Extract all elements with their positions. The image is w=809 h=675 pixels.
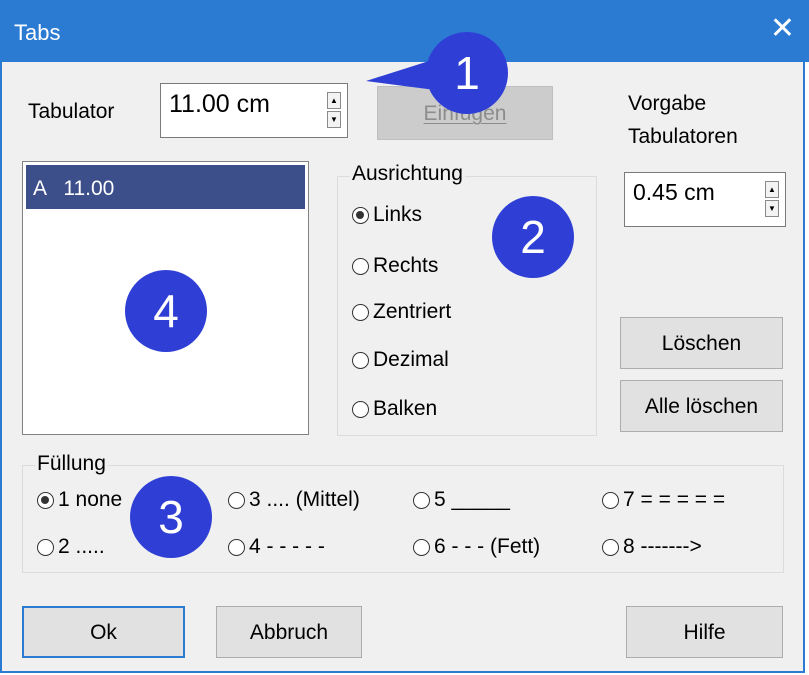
annotation-badge-2: 2 bbox=[492, 196, 574, 278]
radio-icon bbox=[602, 491, 619, 509]
radio-rechts[interactable]: Rechts bbox=[352, 254, 438, 278]
alignment-title: Ausrichtung bbox=[350, 162, 465, 186]
default-tabs-spinner: ▲ ▼ bbox=[765, 181, 779, 219]
delete-button[interactable]: Löschen bbox=[620, 317, 783, 369]
list-item[interactable]: A 11.00 bbox=[26, 165, 305, 209]
tabulator-label: Tabulator bbox=[28, 100, 115, 123]
cancel-button[interactable]: Abbruch bbox=[216, 606, 362, 658]
title-bar: Tabs ✕ bbox=[0, 0, 809, 62]
window-title: Tabs bbox=[14, 20, 61, 45]
tabulator-spinner: ▲ ▼ bbox=[327, 92, 341, 130]
spin-up-icon[interactable]: ▲ bbox=[327, 92, 341, 109]
fill-radio-3[interactable]: 3 .... (Mittel) bbox=[228, 488, 360, 512]
fill-radio-4[interactable]: 4 - - - - - bbox=[228, 535, 325, 559]
annotation-badge-4: 4 bbox=[125, 270, 207, 352]
fill-radio-7[interactable]: 7 = = = = = bbox=[602, 488, 725, 512]
fill-radio-5[interactable]: 5 _____ bbox=[413, 488, 510, 512]
default-tabs-label-2: Tabulatoren bbox=[628, 125, 738, 148]
radio-icon bbox=[352, 257, 369, 275]
spin-down-icon[interactable]: ▼ bbox=[327, 111, 341, 128]
radio-icon bbox=[413, 491, 430, 509]
default-tabs-spinbox[interactable]: 0.45 cm ▲ ▼ bbox=[624, 172, 786, 227]
radio-icon bbox=[602, 538, 619, 556]
fill-radio-1[interactable]: 1 none bbox=[37, 488, 122, 512]
radio-icon bbox=[37, 538, 54, 556]
radio-icon bbox=[413, 538, 430, 556]
tabulator-value[interactable]: 11.00 cm bbox=[169, 90, 270, 119]
radio-dezimal[interactable]: Dezimal bbox=[352, 348, 449, 372]
ok-button[interactable]: Ok bbox=[22, 606, 185, 658]
radio-zentriert[interactable]: Zentriert bbox=[352, 300, 451, 324]
fill-radio-2[interactable]: 2 ..... bbox=[37, 535, 105, 559]
default-tabs-value[interactable]: 0.45 cm bbox=[633, 179, 715, 206]
radio-icon bbox=[352, 303, 369, 321]
radio-balken[interactable]: Balken bbox=[352, 397, 437, 421]
default-tabs-label-1: Vorgabe bbox=[628, 92, 707, 115]
fill-radio-8[interactable]: 8 -------> bbox=[602, 535, 702, 559]
spin-down-icon[interactable]: ▼ bbox=[765, 200, 779, 217]
help-button[interactable]: Hilfe bbox=[626, 606, 783, 658]
radio-icon bbox=[352, 351, 369, 369]
annotation-badge-1: 1 bbox=[426, 32, 508, 114]
fill-title: Füllung bbox=[35, 452, 108, 476]
radio-links[interactable]: Links bbox=[352, 203, 422, 227]
close-icon[interactable]: ✕ bbox=[770, 14, 795, 44]
radio-icon bbox=[352, 400, 369, 418]
radio-icon bbox=[228, 491, 245, 509]
fill-radio-6[interactable]: 6 - - - (Fett) bbox=[413, 535, 540, 559]
delete-all-button[interactable]: Alle löschen bbox=[620, 380, 783, 432]
radio-selected-icon bbox=[37, 491, 54, 509]
spin-up-icon[interactable]: ▲ bbox=[765, 181, 779, 198]
tabulator-spinbox[interactable]: 11.00 cm ▲ ▼ bbox=[160, 83, 348, 138]
radio-icon bbox=[228, 538, 245, 556]
annotation-badge-3: 3 bbox=[130, 476, 212, 558]
radio-selected-icon bbox=[352, 206, 369, 224]
